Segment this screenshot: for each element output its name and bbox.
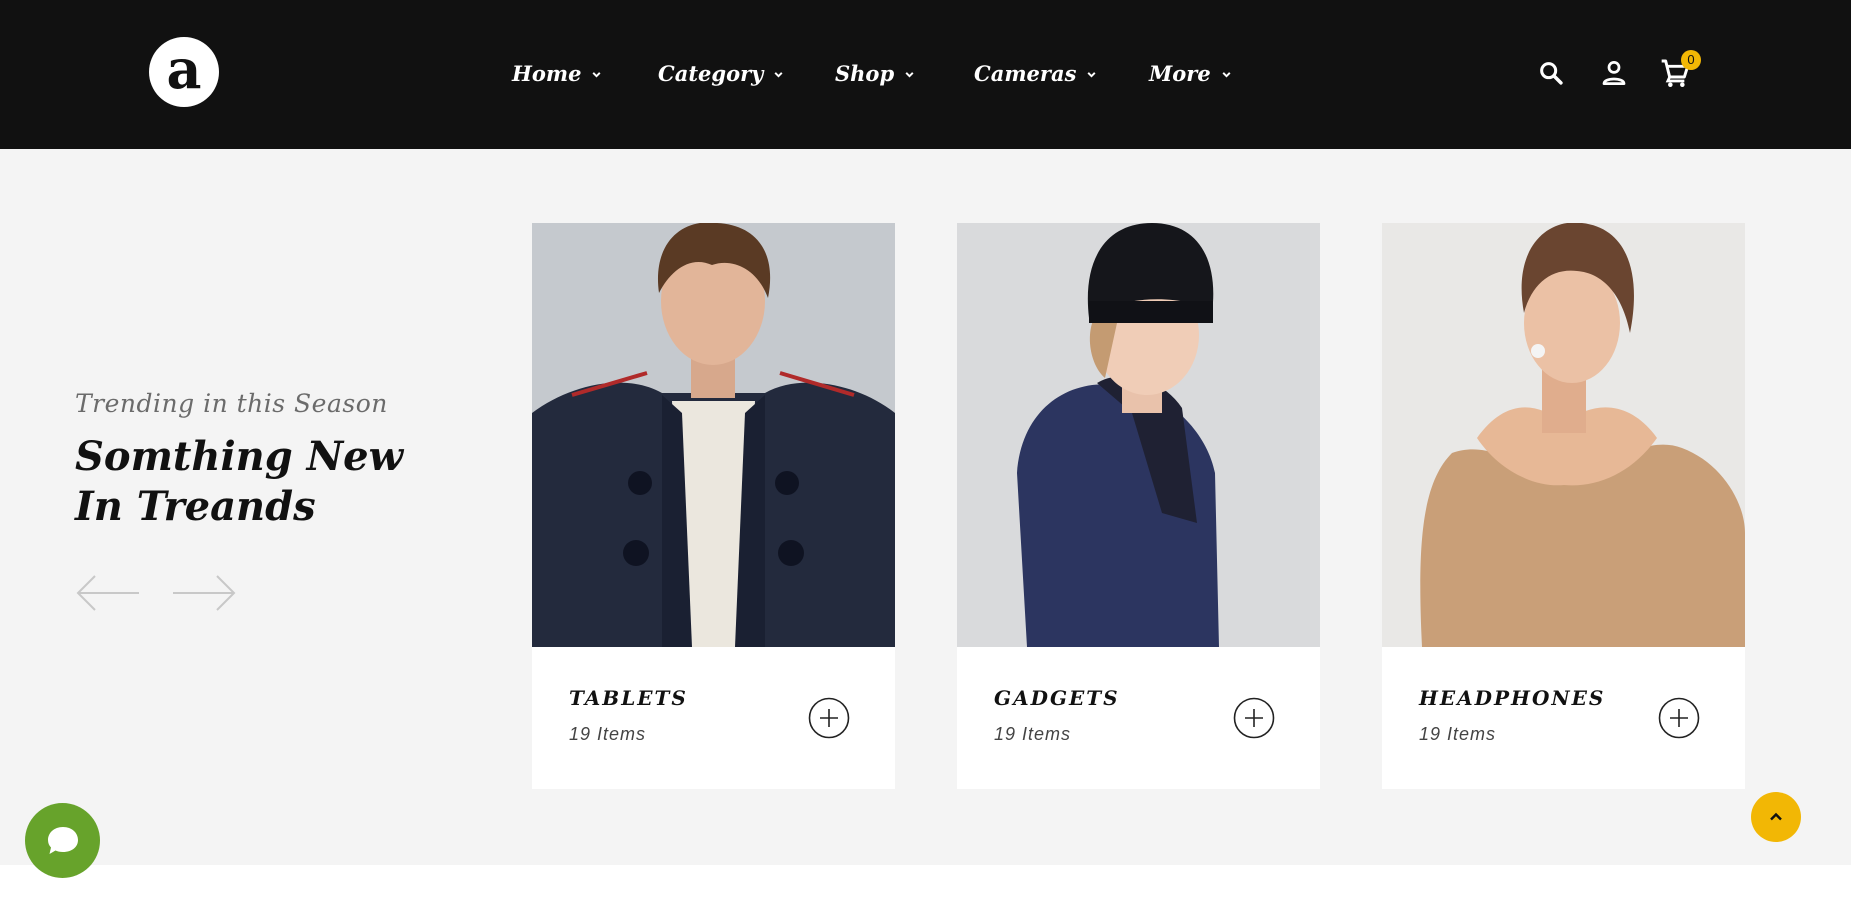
- category-image[interactable]: [532, 223, 895, 647]
- category-title: GADGETS: [994, 686, 1120, 710]
- nav-item-shop[interactable]: Shop: [835, 54, 915, 94]
- chevron-down-icon: [905, 71, 914, 78]
- arrow-left-icon[interactable]: [75, 573, 141, 613]
- chevron-up-icon: [1770, 812, 1782, 821]
- category-item-count: 19 Items: [569, 724, 647, 744]
- nav-item-label: More: [1149, 61, 1211, 86]
- category-item-count: 19 Items: [994, 724, 1072, 744]
- site-header: a Home Category Shop Cameras More 0: [0, 0, 1851, 149]
- category-card[interactable]: TABLETS 19 Items: [532, 223, 895, 789]
- man-in-navy-jacket-photo: [532, 223, 895, 647]
- chevron-down-icon: [1222, 71, 1231, 78]
- woman-in-knit-top-photo: [1382, 223, 1745, 647]
- nav-item-more[interactable]: More: [1149, 54, 1232, 94]
- back-to-top-button[interactable]: [1751, 792, 1801, 842]
- nav-item-home[interactable]: Home: [512, 54, 602, 94]
- search-icon: [1540, 62, 1563, 85]
- category-item-count: 19 Items: [1419, 724, 1497, 744]
- chat-bubble-icon: [47, 826, 78, 854]
- woman-in-beanie-photo: [957, 223, 1320, 647]
- nav-item-label: Shop: [835, 61, 895, 86]
- cart-count-badge: 0: [1681, 50, 1701, 70]
- search-button[interactable]: [1534, 56, 1568, 90]
- category-card[interactable]: GADGETS 19 Items: [957, 223, 1320, 789]
- plus-circle-icon[interactable]: [808, 697, 850, 739]
- user-icon: [1602, 61, 1626, 85]
- category-image[interactable]: [1382, 223, 1745, 647]
- nav-item-label: Cameras: [974, 61, 1077, 86]
- plus-circle-icon[interactable]: [1658, 697, 1700, 739]
- chevron-down-icon: [774, 71, 783, 78]
- category-title: HEADPHONES: [1419, 686, 1606, 710]
- account-button[interactable]: [1597, 56, 1631, 90]
- chat-button[interactable]: [25, 803, 100, 878]
- category-image[interactable]: [957, 223, 1320, 647]
- section-title: Somthing New In Treands: [75, 433, 404, 530]
- nav-item-cameras[interactable]: Cameras: [974, 54, 1097, 94]
- plus-circle-icon[interactable]: [1233, 697, 1275, 739]
- section-subtitle: Trending in this Season: [75, 389, 388, 418]
- brand-logo[interactable]: a: [149, 37, 219, 107]
- category-title: TABLETS: [569, 686, 688, 710]
- trending-section: Trending in this Season Somthing New In …: [0, 149, 1851, 865]
- arrow-right-icon[interactable]: [171, 573, 237, 613]
- category-card[interactable]: HEADPHONES 19 Items: [1382, 223, 1745, 789]
- chevron-down-icon: [1087, 71, 1096, 78]
- nav-item-category[interactable]: Category: [658, 54, 784, 94]
- chevron-down-icon: [592, 71, 601, 78]
- brand-logo-letter: a: [166, 37, 202, 101]
- nav-item-label: Category: [658, 61, 764, 86]
- nav-item-label: Home: [512, 61, 582, 86]
